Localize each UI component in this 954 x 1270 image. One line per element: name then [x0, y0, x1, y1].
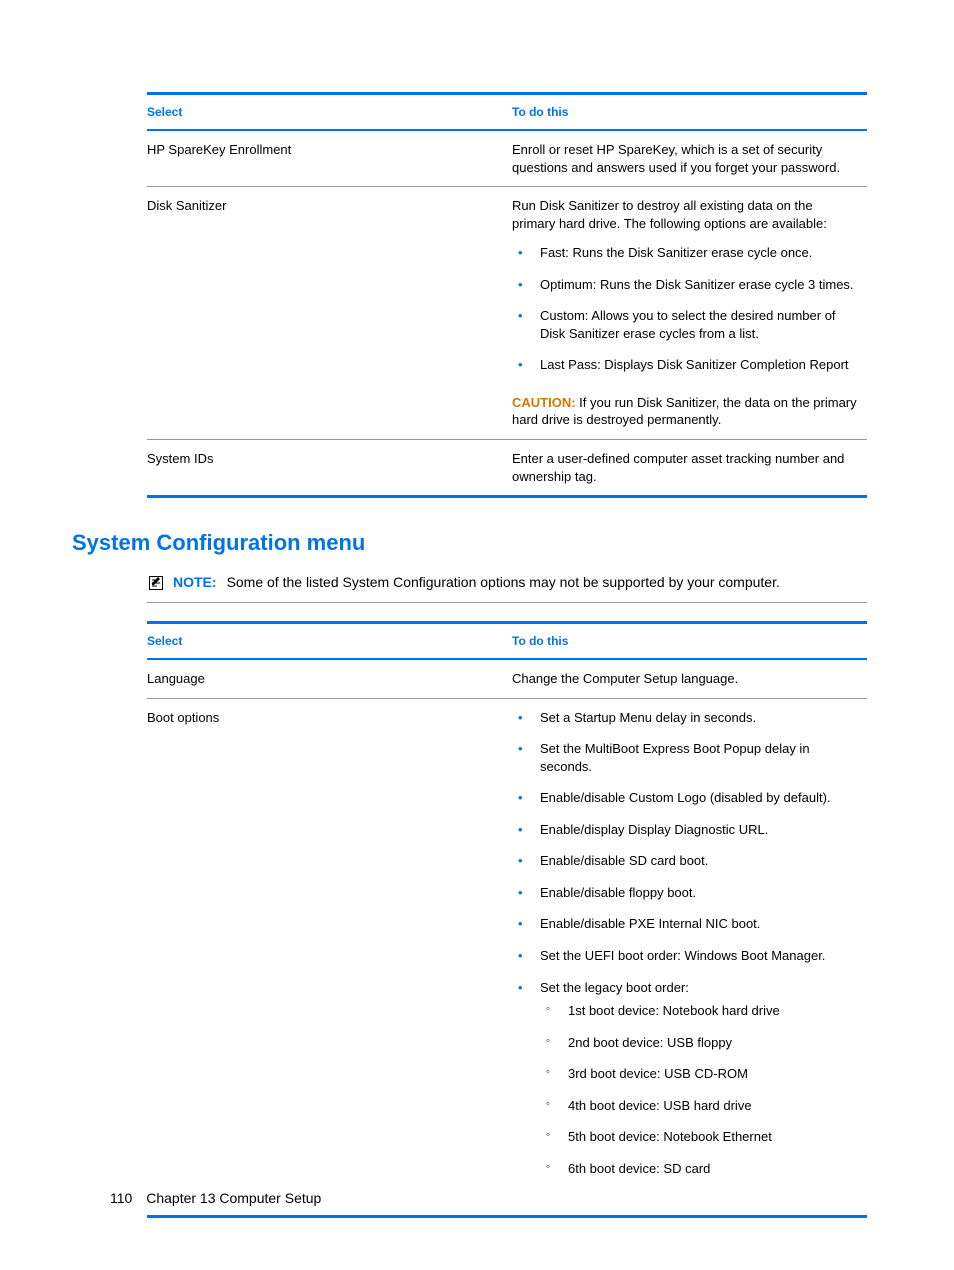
cell-desc: Run Disk Sanitizer to destroy all existi…	[512, 187, 867, 440]
cell-select: Disk Sanitizer	[147, 187, 512, 440]
list-item: Enable/disable Custom Logo (disabled by …	[512, 789, 859, 821]
page-footer: 110 Chapter 13 Computer Setup	[110, 1190, 321, 1206]
security-options-table: Select To do this HP SpareKey Enrollment…	[147, 92, 867, 498]
list-item: Set the legacy boot order: 1st boot devi…	[512, 979, 859, 1206]
caution-label: CAUTION:	[512, 395, 576, 410]
list-item: Enable/disable floppy boot.	[512, 884, 859, 916]
desc-text: Run Disk Sanitizer to destroy all existi…	[512, 198, 827, 231]
table-header-select: Select	[147, 623, 512, 660]
table-row: Boot options Set a Startup Menu delay in…	[147, 698, 867, 1217]
list-item: 6th boot device: SD card	[540, 1160, 859, 1192]
list-item: Set the UEFI boot order: Windows Boot Ma…	[512, 947, 859, 979]
page-number: 110	[110, 1190, 132, 1206]
sanitizer-options-list: Fast: Runs the Disk Sanitizer erase cycl…	[512, 244, 859, 388]
system-config-table: Select To do this Language Change the Co…	[147, 621, 867, 1218]
section-heading: System Configuration menu	[72, 530, 864, 556]
table-row: Language Change the Computer Setup langu…	[147, 659, 867, 698]
cell-desc: Enter a user-defined computer asset trac…	[512, 440, 867, 497]
boot-options-list: Set a Startup Menu delay in seconds. Set…	[512, 709, 859, 1206]
cell-select: System IDs	[147, 440, 512, 497]
table-header-todo: To do this	[512, 94, 867, 131]
cell-desc: Enroll or reset HP SpareKey, which is a …	[512, 130, 867, 187]
note-block: NOTE: Some of the listed System Configur…	[147, 570, 867, 603]
list-item: 5th boot device: Notebook Ethernet	[540, 1128, 859, 1160]
list-item: Optimum: Runs the Disk Sanitizer erase c…	[512, 276, 859, 308]
table-header-select: Select	[147, 94, 512, 131]
list-item-text: Set the legacy boot order:	[540, 980, 689, 995]
list-item: Enable/display Display Diagnostic URL.	[512, 821, 859, 853]
list-item: Set the MultiBoot Express Boot Popup del…	[512, 740, 859, 789]
list-item: Fast: Runs the Disk Sanitizer erase cycl…	[512, 244, 859, 276]
table-header-todo: To do this	[512, 623, 867, 660]
list-item: 3rd boot device: USB CD-ROM	[540, 1065, 859, 1097]
chapter-label: Chapter 13 Computer Setup	[146, 1190, 321, 1206]
list-item: 2nd boot device: USB floppy	[540, 1034, 859, 1066]
note-label: NOTE:	[173, 574, 217, 590]
cell-select: Boot options	[147, 698, 512, 1217]
table-row: System IDs Enter a user-defined computer…	[147, 440, 867, 497]
table-row: HP SpareKey Enrollment Enroll or reset H…	[147, 130, 867, 187]
list-item: Enable/disable SD card boot.	[512, 852, 859, 884]
legacy-boot-order-list: 1st boot device: Notebook hard drive 2nd…	[540, 1002, 859, 1191]
caution-block: CAUTION: If you run Disk Sanitizer, the …	[512, 394, 859, 429]
table-row: Disk Sanitizer Run Disk Sanitizer to des…	[147, 187, 867, 440]
list-item: Enable/disable PXE Internal NIC boot.	[512, 915, 859, 947]
note-icon	[147, 574, 165, 592]
note-text: Some of the listed System Configuration …	[227, 574, 780, 590]
list-item: Last Pass: Displays Disk Sanitizer Compl…	[512, 356, 859, 388]
list-item: Custom: Allows you to select the desired…	[512, 307, 859, 356]
list-item: Set a Startup Menu delay in seconds.	[512, 709, 859, 741]
cell-select: Language	[147, 659, 512, 698]
cell-desc: Change the Computer Setup language.	[512, 659, 867, 698]
cell-select: HP SpareKey Enrollment	[147, 130, 512, 187]
list-item: 1st boot device: Notebook hard drive	[540, 1002, 859, 1034]
list-item: 4th boot device: USB hard drive	[540, 1097, 859, 1129]
cell-desc: Set a Startup Menu delay in seconds. Set…	[512, 698, 867, 1217]
